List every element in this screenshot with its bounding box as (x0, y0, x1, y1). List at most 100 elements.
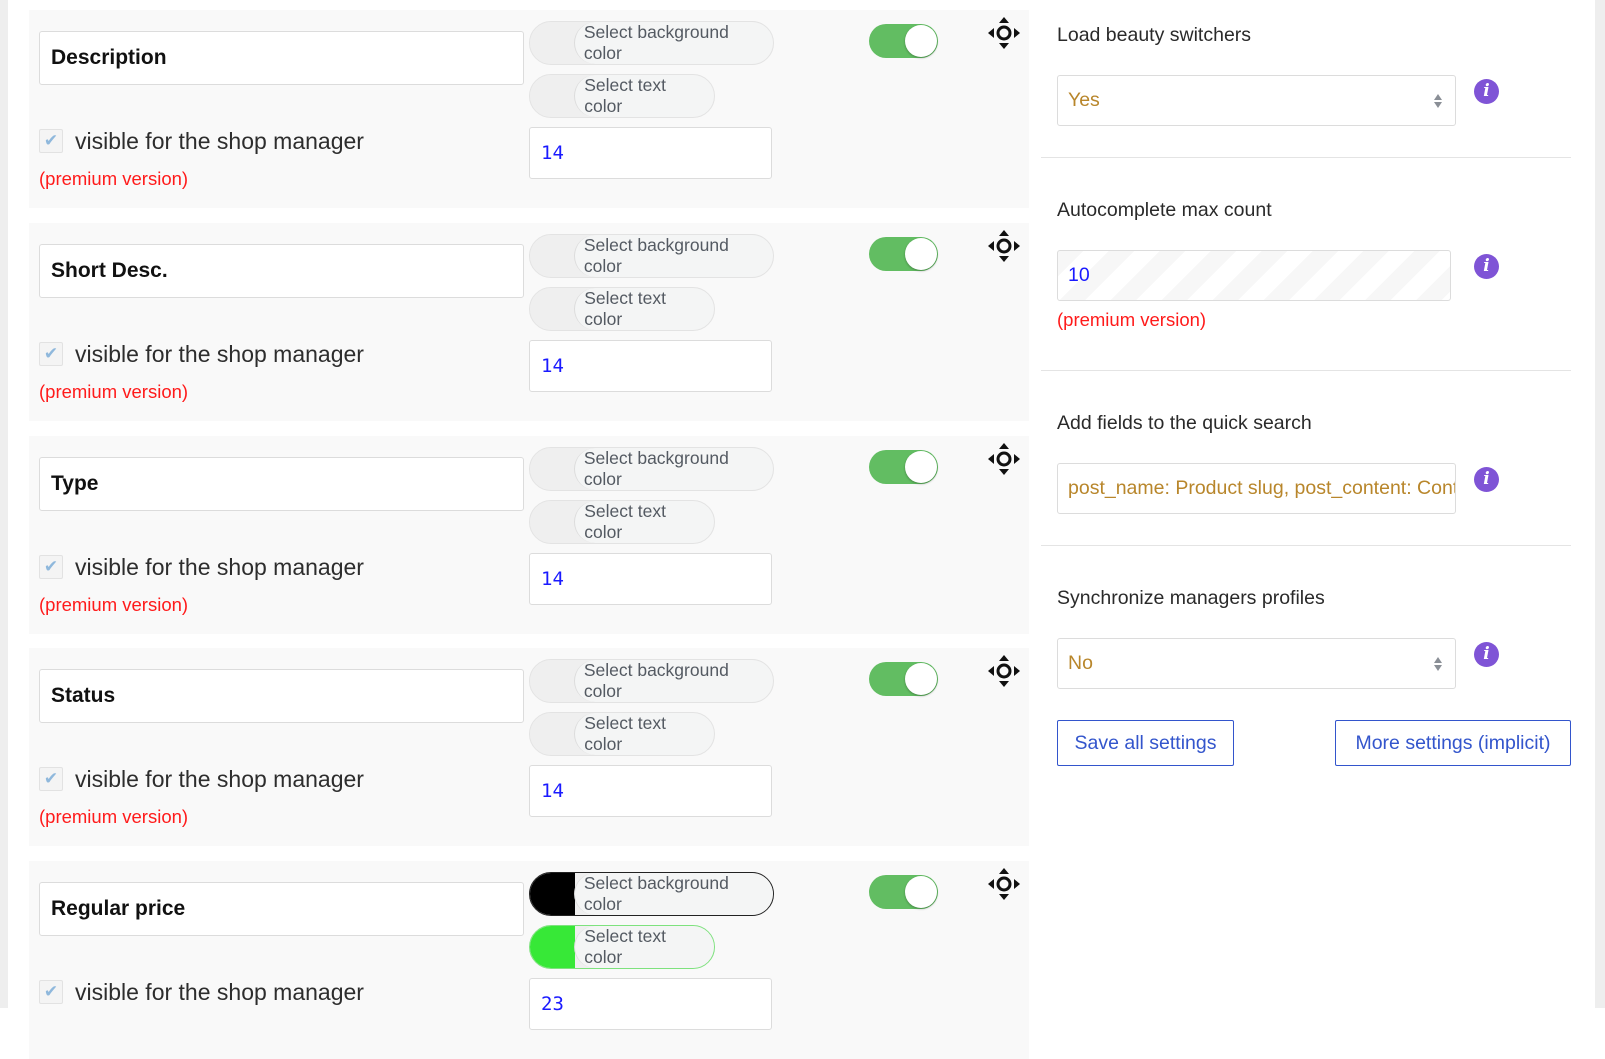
info-icon[interactable]: i (1474, 642, 1499, 667)
save-all-settings-button[interactable]: Save all settings (1057, 720, 1234, 766)
check-icon: ✔ (43, 130, 59, 151)
visible-checkbox[interactable]: ✔ (39, 555, 63, 579)
background-color-label[interactable]: Select background color (573, 873, 773, 915)
background-color-swatch[interactable] (530, 235, 575, 277)
move-handle-icon[interactable] (986, 441, 1022, 477)
move-handle-icon[interactable] (986, 15, 1022, 51)
autocomplete-input[interactable]: 10 (1057, 250, 1451, 301)
move-handle-icon[interactable] (986, 866, 1022, 902)
background-color-swatch[interactable] (530, 22, 575, 64)
info-icon[interactable]: i (1474, 79, 1499, 104)
field-title-input[interactable]: Status (39, 669, 524, 723)
text-color-label[interactable]: Select text color (574, 713, 714, 755)
visible-for-manager: ✔ visible for the shop manager (39, 552, 364, 582)
field-row-type: Type Select background color Select text… (29, 436, 1029, 634)
text-color-swatch[interactable] (530, 288, 576, 330)
field-title-input[interactable]: Short Desc. (39, 244, 524, 298)
select-arrows-icon (1434, 94, 1442, 108)
field-row-status: Status Select background color Select te… (29, 648, 1029, 846)
quick-search-input[interactable]: post_name: Product slug, post_content: C… (1057, 463, 1456, 514)
text-color-picker[interactable]: Select text color (529, 712, 715, 756)
field-row-regular-price: Regular price Select background color Se… (29, 861, 1029, 1059)
toggle-knob (905, 25, 937, 57)
background-color-label[interactable]: Select background color (573, 22, 773, 64)
visible-checkbox[interactable]: ✔ (39, 980, 63, 1004)
load-beauty-select[interactable]: Yes (1057, 75, 1456, 126)
visible-for-manager: ✔ visible for the shop manager (39, 339, 364, 369)
text-color-swatch[interactable] (530, 75, 576, 117)
font-size-input[interactable]: 14 (529, 553, 772, 605)
toggle-knob (905, 238, 937, 270)
load-beauty-title: Load beauty switchers (1057, 24, 1252, 46)
field-enabled-toggle[interactable] (869, 450, 938, 484)
background-color-picker[interactable]: Select background color (529, 447, 774, 491)
visible-label: visible for the shop manager (75, 127, 364, 154)
field-enabled-toggle[interactable] (869, 237, 938, 271)
autocomplete-title: Autocomplete max count (1057, 199, 1272, 221)
text-color-label[interactable]: Select text color (574, 501, 714, 543)
visible-label: visible for the shop manager (75, 978, 364, 1005)
field-enabled-toggle[interactable] (869, 662, 938, 696)
font-size-input[interactable]: 14 (529, 127, 772, 179)
text-color-picker[interactable]: Select text color (529, 925, 715, 969)
text-color-label[interactable]: Select text color (574, 75, 714, 117)
sync-profiles-select[interactable]: No (1057, 638, 1456, 689)
visible-label: visible for the shop manager (75, 765, 364, 792)
check-icon: ✔ (43, 556, 59, 577)
background-color-picker[interactable]: Select background color (529, 659, 774, 703)
premium-note: (premium version) (39, 381, 189, 402)
text-color-picker[interactable]: Select text color (529, 287, 715, 331)
text-color-swatch[interactable] (530, 713, 576, 755)
move-handle-icon[interactable] (986, 653, 1022, 689)
text-color-picker[interactable]: Select text color (529, 74, 715, 118)
move-handle-icon[interactable] (986, 228, 1022, 264)
font-size-input[interactable]: 14 (529, 340, 772, 392)
left-edge (0, 0, 8, 1008)
visible-checkbox[interactable]: ✔ (39, 342, 63, 366)
background-color-label[interactable]: Select background color (573, 660, 773, 702)
visible-checkbox[interactable]: ✔ (39, 129, 63, 153)
divider (1041, 370, 1571, 371)
divider (1041, 545, 1571, 546)
text-color-swatch[interactable] (530, 926, 576, 968)
visible-checkbox[interactable]: ✔ (39, 767, 63, 791)
info-icon[interactable]: i (1474, 254, 1499, 279)
field-title-input[interactable]: Description (39, 31, 524, 85)
text-color-swatch[interactable] (530, 501, 576, 543)
visible-for-manager: ✔ visible for the shop manager (39, 977, 364, 1007)
background-color-picker[interactable]: Select background color (529, 21, 774, 65)
background-color-label[interactable]: Select background color (573, 448, 773, 490)
field-title-input[interactable]: Type (39, 457, 524, 511)
font-size-input[interactable]: 14 (529, 765, 772, 817)
background-color-picker[interactable]: Select background color (529, 234, 774, 278)
font-size-input[interactable]: 23 (529, 978, 772, 1030)
info-icon[interactable]: i (1474, 467, 1499, 492)
background-color-swatch[interactable] (530, 448, 575, 490)
field-row-description: Description Select background color Sele… (29, 10, 1029, 208)
background-color-label[interactable]: Select background color (573, 235, 773, 277)
background-color-swatch[interactable] (530, 873, 575, 915)
select-arrows-icon (1434, 657, 1442, 671)
sync-profiles-value: No (1068, 652, 1093, 674)
check-icon: ✔ (43, 981, 59, 1002)
background-color-picker[interactable]: Select background color (529, 872, 774, 916)
right-scrollbar[interactable] (1595, 0, 1605, 1008)
load-beauty-value: Yes (1068, 89, 1100, 111)
premium-note: (premium version) (39, 168, 189, 189)
more-settings-button[interactable]: More settings (implicit) (1335, 720, 1571, 766)
background-color-swatch[interactable] (530, 660, 575, 702)
visible-for-manager: ✔ visible for the shop manager (39, 126, 364, 156)
visible-label: visible for the shop manager (75, 553, 364, 580)
field-enabled-toggle[interactable] (869, 875, 938, 909)
toggle-knob (905, 663, 937, 695)
text-color-label[interactable]: Select text color (574, 288, 714, 330)
check-icon: ✔ (43, 768, 59, 789)
text-color-picker[interactable]: Select text color (529, 500, 715, 544)
premium-note: (premium version) (39, 806, 189, 827)
field-enabled-toggle[interactable] (869, 24, 938, 58)
toggle-knob (905, 876, 937, 908)
field-title-input[interactable]: Regular price (39, 882, 524, 936)
autocomplete-premium-note: (premium version) (1057, 309, 1207, 330)
text-color-label[interactable]: Select text color (574, 926, 714, 968)
check-icon: ✔ (43, 343, 59, 364)
